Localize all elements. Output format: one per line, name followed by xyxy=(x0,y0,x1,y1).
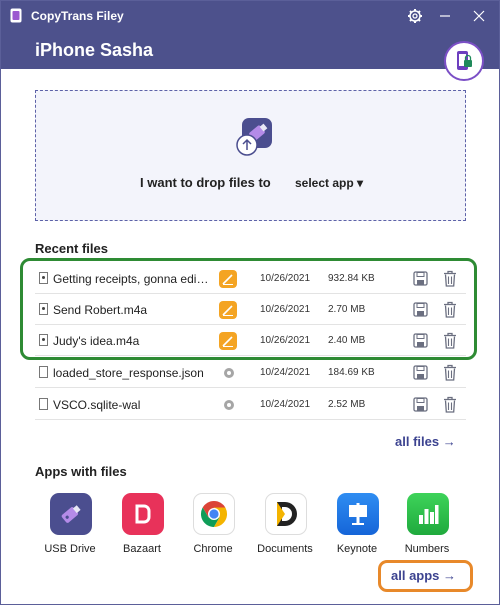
keynote-icon xyxy=(337,493,379,535)
chrome-icon xyxy=(193,493,235,535)
file-row[interactable]: VSCO.sqlite-wal 10/24/2021 2.52 MB xyxy=(35,390,466,420)
drop-instruction: I want to drop files to xyxy=(140,175,271,190)
app-logo-icon xyxy=(10,8,22,23)
generic-app-icon xyxy=(224,400,234,410)
close-icon xyxy=(473,10,485,22)
trash-icon[interactable] xyxy=(443,364,457,381)
file-date: 10/24/2021 xyxy=(260,399,311,410)
highlight-annotation xyxy=(378,560,473,592)
app-label: USB Drive xyxy=(44,543,96,555)
close-button[interactable] xyxy=(465,5,493,27)
device-name: iPhone Sasha xyxy=(35,40,154,60)
drop-zone[interactable]: I want to drop files to select app ▾ xyxy=(35,90,466,221)
documents-icon xyxy=(265,493,307,535)
all-files-link[interactable]: all files → xyxy=(395,434,456,449)
app-label: Bazaart xyxy=(123,543,161,555)
apps-heading: Apps with files xyxy=(35,464,127,479)
app-label: Chrome xyxy=(193,543,233,555)
app-label: Numbers xyxy=(404,543,450,555)
minimize-button[interactable] xyxy=(431,5,459,27)
save-icon[interactable] xyxy=(413,397,428,412)
bazaart-icon xyxy=(122,493,164,535)
highlight-annotation xyxy=(20,258,477,360)
save-icon[interactable] xyxy=(413,365,428,380)
app-numbers[interactable]: Numbers xyxy=(392,493,462,557)
file-size: 184.69 KB xyxy=(328,367,375,378)
app-chrome[interactable]: Chrome xyxy=(178,493,248,557)
file-icon xyxy=(39,398,48,410)
trash-icon[interactable] xyxy=(443,396,457,413)
numbers-icon xyxy=(407,493,449,535)
file-icon xyxy=(39,366,48,378)
title-bar: CopyTrans Filey xyxy=(1,1,499,31)
gear-icon xyxy=(408,9,422,23)
file-row[interactable]: loaded_store_response.json 10/24/2021 18… xyxy=(35,358,466,388)
app-label: Keynote xyxy=(336,543,378,555)
app-label: Documents xyxy=(257,543,313,555)
file-name: loaded_store_response.json xyxy=(53,366,204,380)
file-size: 2.52 MB xyxy=(328,399,366,410)
minimize-icon xyxy=(440,15,450,17)
app-keynote[interactable]: Keynote xyxy=(322,493,392,557)
select-app-dropdown[interactable]: select app ▾ xyxy=(295,176,363,190)
device-button[interactable] xyxy=(444,41,484,81)
device-header: iPhone Sasha xyxy=(1,31,499,69)
phone-lock-icon xyxy=(457,51,472,70)
settings-button[interactable] xyxy=(401,5,429,27)
usb-drive-icon xyxy=(50,493,92,535)
app-usb-drive[interactable]: USB Drive xyxy=(35,493,105,557)
file-name: VSCO.sqlite-wal xyxy=(53,398,141,412)
app-documents[interactable]: Documents xyxy=(250,493,320,557)
generic-app-icon xyxy=(224,368,234,378)
recent-files-heading: Recent files xyxy=(35,241,108,256)
usb-drive-upload-icon xyxy=(236,118,272,156)
app-window: CopyTrans Filey iPhone Sasha I want to d… xyxy=(0,0,500,605)
window-title: CopyTrans Filey xyxy=(31,9,124,23)
file-date: 10/24/2021 xyxy=(260,367,311,378)
app-bazaart[interactable]: Bazaart xyxy=(107,493,177,557)
